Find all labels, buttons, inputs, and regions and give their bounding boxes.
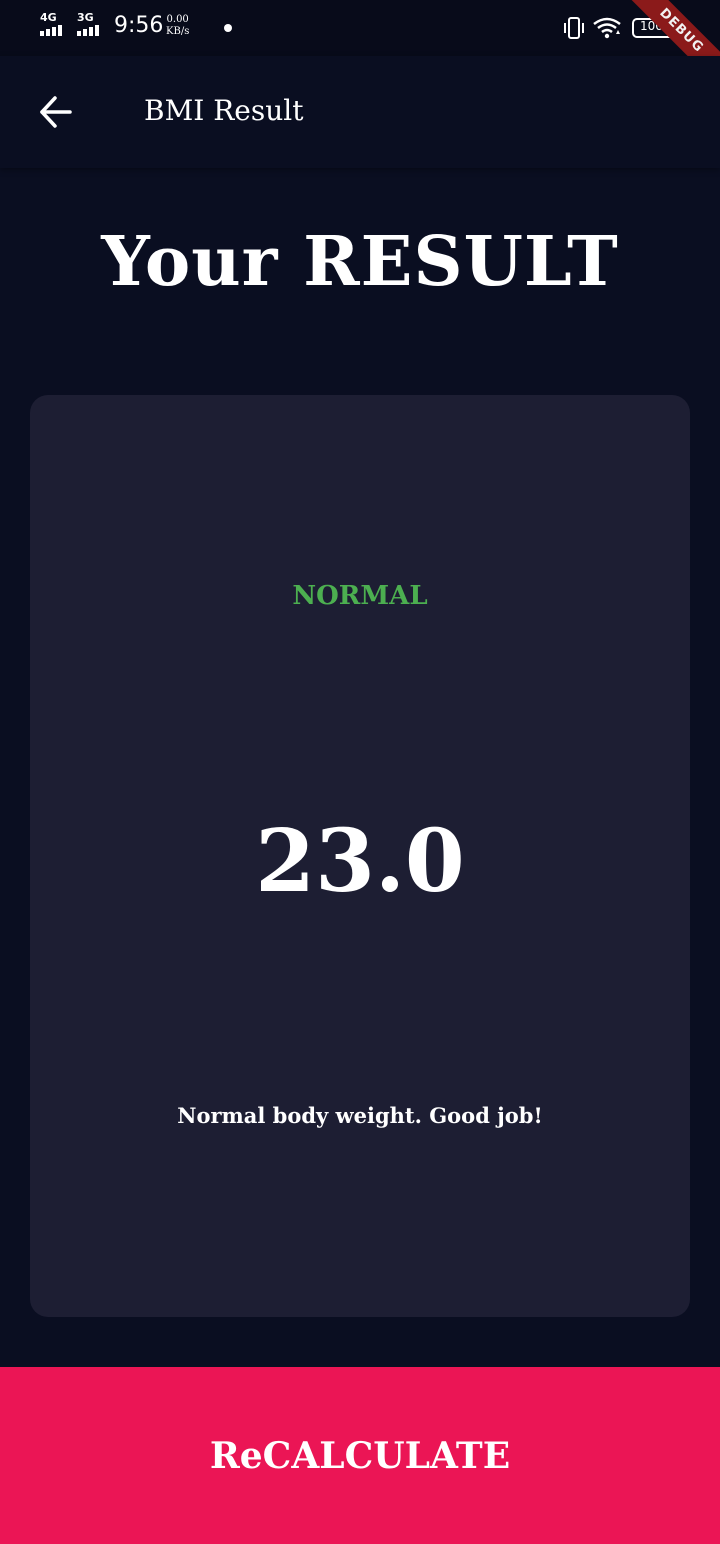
network-speed-value: 0.00 xyxy=(166,14,189,25)
result-message: Normal body weight. Good job! xyxy=(177,1103,543,1128)
signal-icon-2: 3G xyxy=(77,12,99,36)
network-type-1: 4G xyxy=(40,11,57,24)
app-bar: BMI Result xyxy=(0,56,720,168)
network-speed: 0.00 KB/s xyxy=(166,14,189,38)
page-heading: Your RESULT xyxy=(101,222,619,302)
arrow-left-icon xyxy=(40,96,72,128)
recalculate-label: ReCALCULATE xyxy=(209,1434,511,1477)
wifi-icon xyxy=(593,17,621,39)
status-time: 9:56 xyxy=(114,13,164,38)
recalculate-button[interactable]: ReCALCULATE xyxy=(0,1367,720,1544)
notification-dot-icon xyxy=(224,24,232,32)
network-type-2: 3G xyxy=(77,11,94,24)
back-button[interactable] xyxy=(28,84,84,140)
status-bar: 4G 3G 9:56 0.00 KB/s 100 DEBUG xyxy=(0,0,720,94)
app-bar-title: BMI Result xyxy=(144,94,304,127)
vibrate-icon xyxy=(564,17,584,39)
result-card: NORMAL 23.0 Normal body weight. Good job… xyxy=(30,395,690,1317)
network-speed-unit: KB/s xyxy=(166,26,190,37)
bmi-value: 23.0 xyxy=(255,811,465,912)
bmi-result-screen: 4G 3G 9:56 0.00 KB/s 100 DEBUG BMI Resul… xyxy=(0,0,720,1544)
signal-icon: 4G xyxy=(40,12,62,36)
result-status: NORMAL xyxy=(292,581,428,611)
